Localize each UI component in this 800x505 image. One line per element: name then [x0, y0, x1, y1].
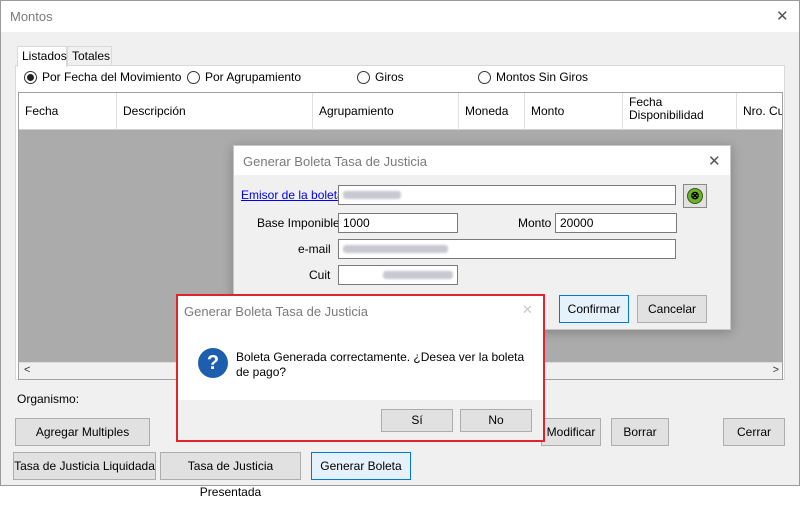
dialog-message: Boleta Generada correctamente. ¿Desea ve…	[236, 350, 525, 379]
organismo-label: Organismo:	[17, 392, 80, 406]
search-emisor-icon: ⊗	[687, 188, 703, 204]
dialog-title-bar: Generar Boleta Tasa de Justicia ✕	[178, 296, 543, 326]
grid-header: Fecha Descripción Agrupamiento Moneda Mo…	[19, 93, 782, 130]
close-icon[interactable]: ✕	[776, 7, 789, 25]
radio-label: Por Fecha del Movimiento	[42, 70, 182, 84]
monto-field[interactable]: 20000	[555, 213, 677, 233]
column-moneda[interactable]: Moneda	[459, 93, 525, 130]
email-field[interactable]	[338, 239, 676, 259]
email-label: e-mail	[298, 242, 331, 256]
no-button[interactable]: No	[460, 409, 532, 432]
tasa-presentada-button[interactable]: Tasa de Justicia Presentada	[160, 452, 301, 499]
modificar-button[interactable]: Modificar	[541, 418, 601, 446]
tab-listados[interactable]: Listados	[17, 46, 67, 67]
radio-label: Montos Sin Giros	[496, 70, 589, 84]
close-icon[interactable]: ✕	[522, 302, 533, 318]
column-nro-cuenta[interactable]: Nro. Cue	[737, 93, 782, 130]
emisor-field[interactable]	[338, 185, 676, 205]
tasa-liquidada-button[interactable]: Tasa de Justicia Liquidada	[13, 452, 156, 480]
column-fecha[interactable]: Fecha	[19, 93, 117, 130]
cerrar-button[interactable]: Cerrar	[723, 418, 785, 446]
column-monto[interactable]: Monto	[525, 93, 623, 130]
dialog-title: Generar Boleta Tasa de Justicia	[184, 304, 369, 319]
radio-por-agrupamiento[interactable]: Por Agrupamiento	[187, 70, 301, 84]
borrar-button[interactable]: Borrar	[611, 418, 669, 446]
column-agrupamiento[interactable]: Agrupamiento	[313, 93, 459, 130]
monto-label: Monto	[518, 216, 552, 230]
tab-totales[interactable]: Totales	[67, 46, 112, 66]
window-title: Montos	[10, 9, 53, 24]
cuit-field[interactable]	[338, 265, 458, 285]
radio-selected-icon	[24, 70, 37, 84]
radio-empty-icon	[357, 70, 370, 84]
radio-label: Por Agrupamiento	[205, 70, 302, 84]
cancelar-button[interactable]: Cancelar	[637, 295, 707, 323]
radio-label: Giros	[375, 70, 404, 84]
radio-empty-icon	[478, 70, 491, 84]
radio-por-fecha[interactable]: Por Fecha del Movimiento	[24, 70, 181, 84]
dialog-title-bar: Generar Boleta Tasa de Justicia ✕	[234, 146, 730, 175]
title-bar: Montos ✕	[1, 1, 799, 32]
cuit-label: Cuit	[309, 268, 331, 282]
radio-empty-icon	[187, 70, 200, 84]
redacted-text	[383, 271, 453, 279]
scroll-left-icon[interactable]: <	[24, 364, 30, 376]
scroll-right-icon[interactable]: >	[773, 364, 779, 376]
base-imponible-field[interactable]: 1000	[338, 213, 458, 233]
binoculars-icon[interactable]: ⊗	[683, 184, 707, 208]
si-button[interactable]: Sí	[381, 409, 453, 432]
column-fecha-disponibilidad[interactable]: Fecha Disponibilidad	[623, 93, 737, 130]
confirm-dialog: Generar Boleta Tasa de Justicia ✕ ? Bole…	[176, 294, 545, 442]
generar-boleta-button[interactable]: Generar Boleta	[311, 452, 411, 480]
redacted-text	[343, 191, 401, 199]
question-icon: ?	[198, 348, 228, 378]
base-imponible-label: Base Imponible	[257, 216, 340, 230]
redacted-text	[343, 245, 448, 253]
close-icon[interactable]: ✕	[708, 152, 721, 170]
radio-montos-sin-giros[interactable]: Montos Sin Giros	[478, 70, 588, 84]
dialog-body: ? Boleta Generada correctamente. ¿Desea …	[178, 326, 543, 400]
column-descripcion[interactable]: Descripción	[117, 93, 313, 130]
dialog-title: Generar Boleta Tasa de Justicia	[243, 154, 428, 169]
agregar-multiples-button[interactable]: Agregar Multiples	[15, 418, 150, 446]
radio-giros[interactable]: Giros	[357, 70, 404, 84]
confirmar-button[interactable]: Confirmar	[559, 295, 629, 323]
emisor-link[interactable]: Emisor de la boleta	[241, 188, 344, 202]
